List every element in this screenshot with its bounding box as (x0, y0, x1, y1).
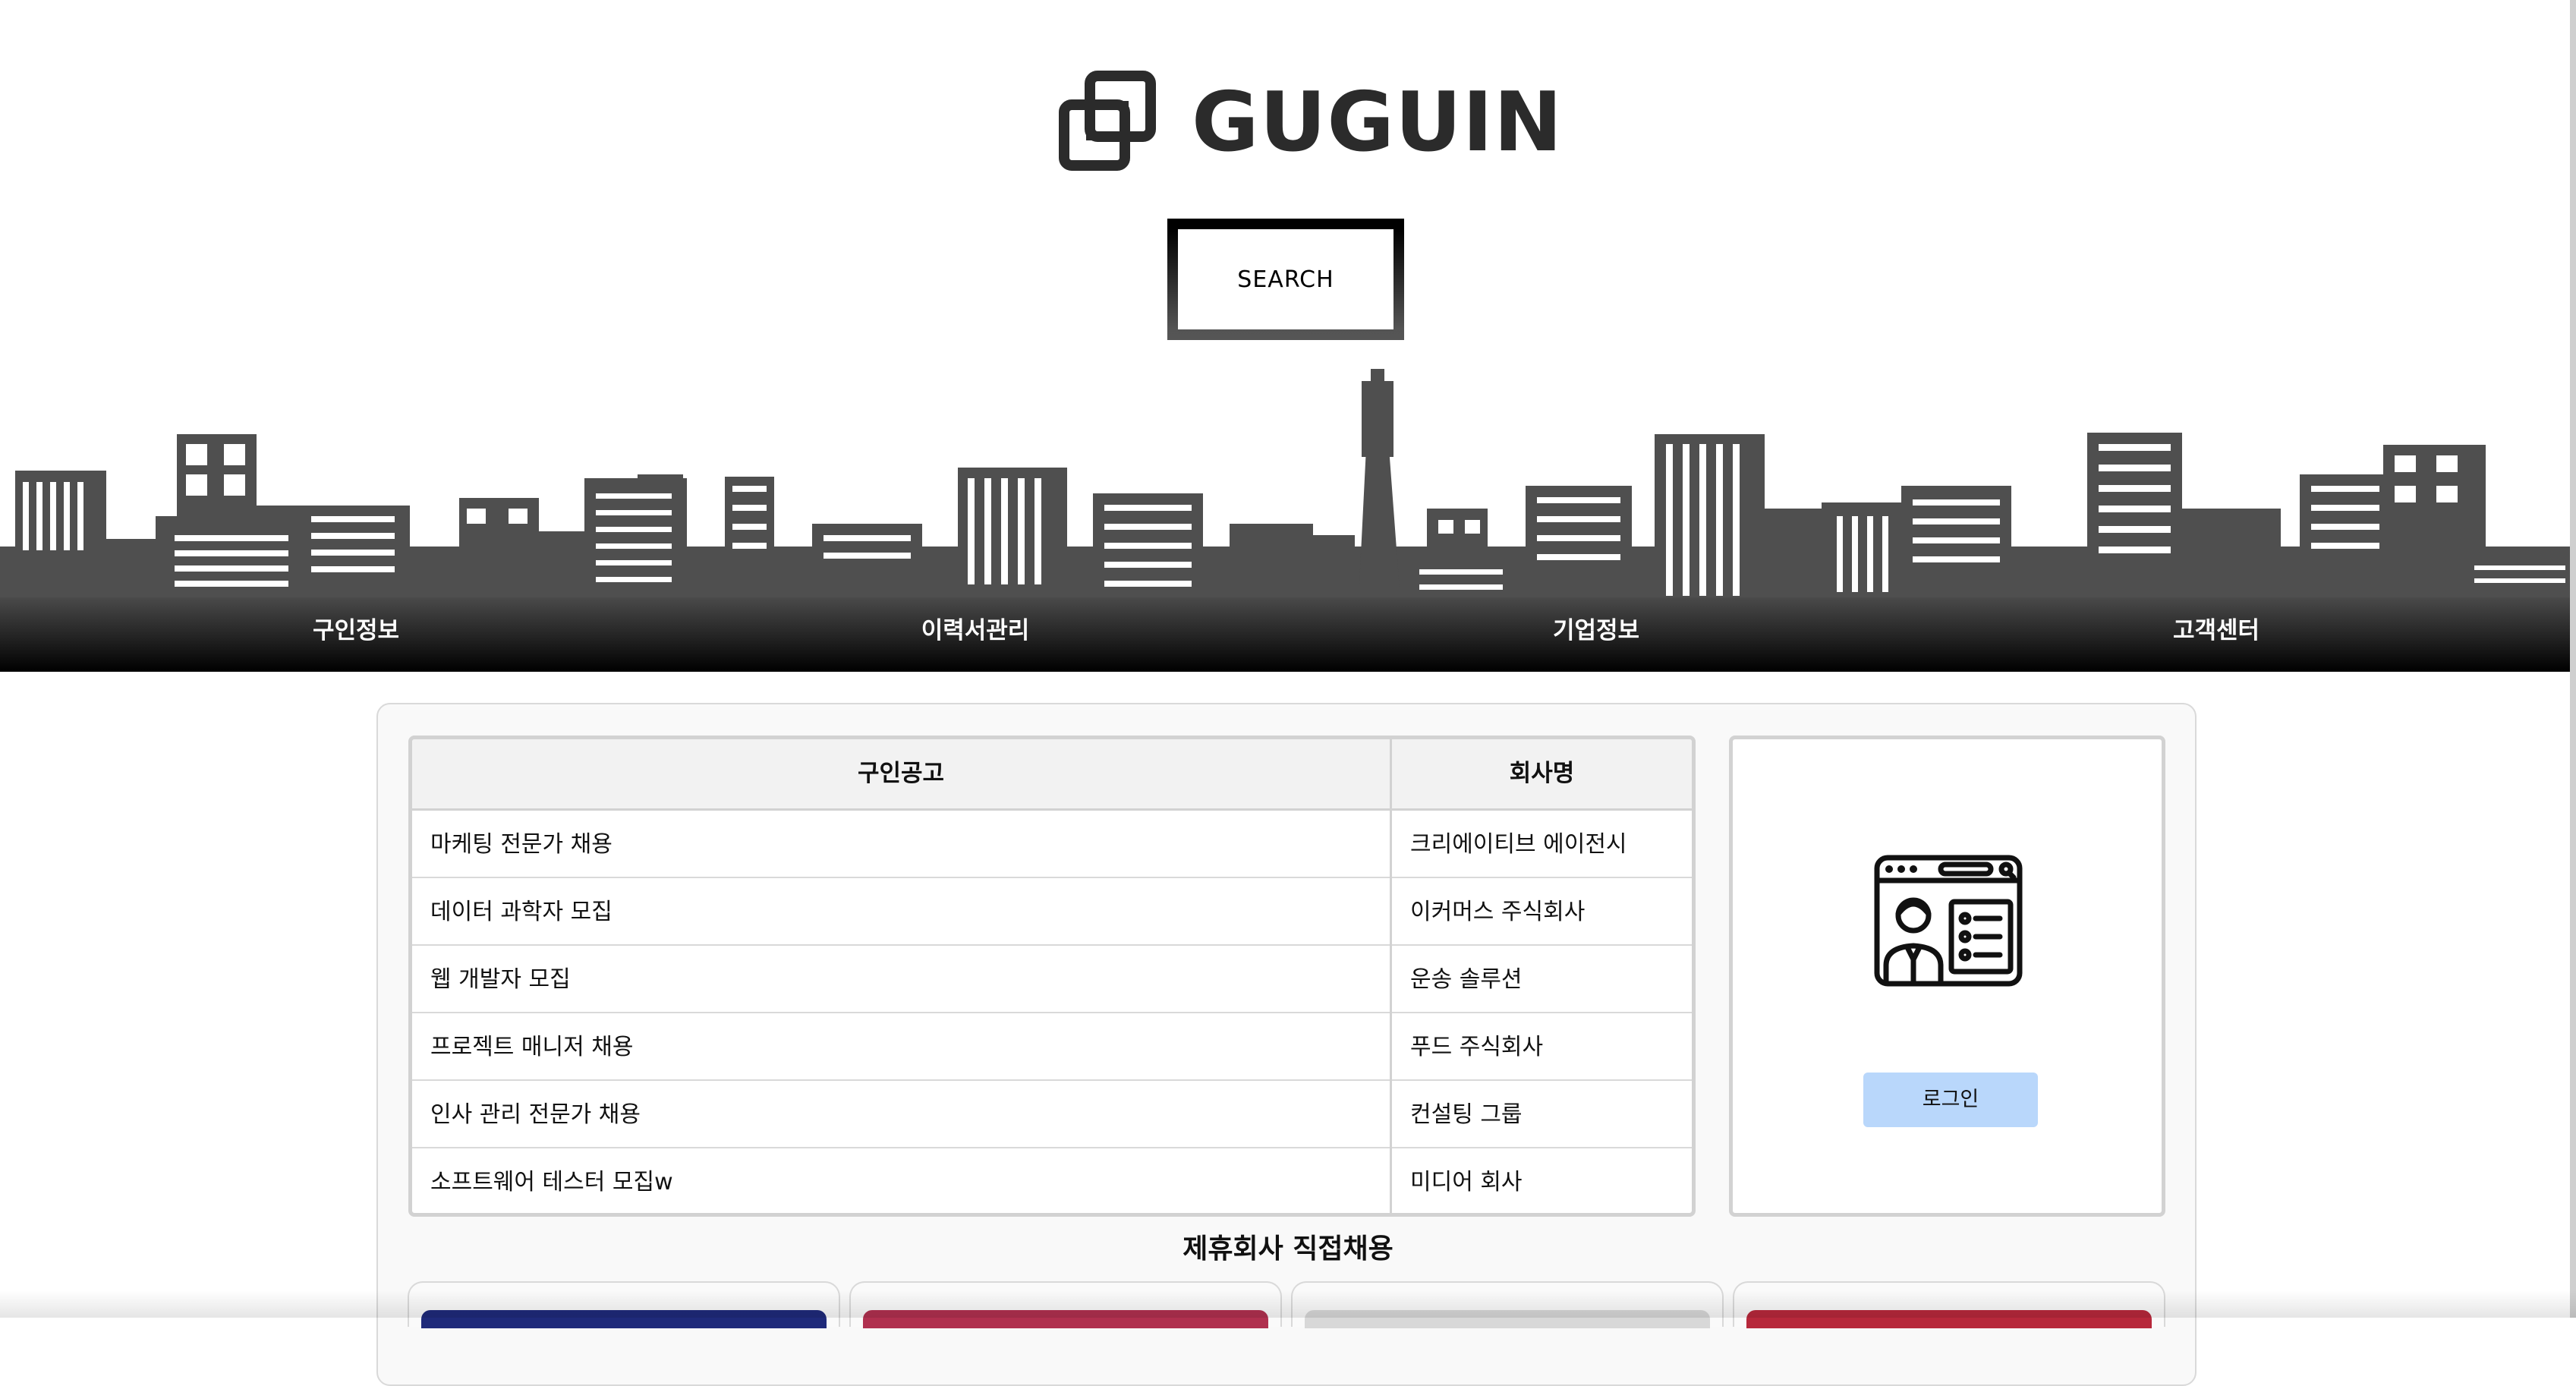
table-header: 구인공고 회사명 (412, 739, 1692, 811)
company-cell: 이커머스 주식회사 (1410, 899, 1586, 925)
nav-item-company-info[interactable]: 기업정보 (1553, 597, 1639, 664)
main-navbar: 구인정보 이력서관리 기업정보 고객센터 (0, 597, 2576, 672)
interlocked-squares-logo-icon (1059, 71, 1156, 171)
table-row[interactable]: 프로젝트 매니저 채용 푸드 주식회사 (412, 1013, 1692, 1081)
viewport-bottom-shadow (0, 1290, 2576, 1318)
job-title-cell[interactable]: 인사 관리 전문가 채용 (430, 1081, 641, 1148)
job-title-cell[interactable]: 데이터 과학자 모집 (430, 878, 613, 946)
table-row[interactable]: 인사 관리 전문가 채용 컨설팅 그룹 (412, 1081, 1692, 1148)
window-edge (2570, 0, 2576, 1318)
company-cell: 컨설팅 그룹 (1410, 1101, 1523, 1128)
company-cell: 푸드 주식회사 (1410, 1034, 1544, 1060)
table-row[interactable]: 데이터 과학자 모집 이커머스 주식회사 (412, 878, 1692, 946)
search-button[interactable]: SEARCH (1167, 219, 1404, 340)
profile-browser-icon (1874, 855, 2023, 987)
nav-item-customer-center[interactable]: 고객센터 (2173, 597, 2260, 664)
company-cell: 미디어 회사 (1410, 1169, 1523, 1195)
company-cell: 크리에이티브 에이전시 (1410, 831, 1627, 858)
table-row[interactable]: 소프트웨어 테스터 모집w 미디어 회사 (412, 1148, 1692, 1213)
job-title-cell[interactable]: 마케팅 전문가 채용 (430, 811, 613, 878)
brand-name: GUGUIN (1192, 75, 1564, 170)
login-button[interactable]: 로그인 (1863, 1073, 2038, 1127)
column-header-job-title: 구인공고 (857, 760, 945, 787)
partners-section-title: 제휴회사 직접채용 (1183, 1233, 1393, 1265)
column-divider (1390, 739, 1392, 1213)
job-title-cell[interactable]: 소프트웨어 테스터 모집w (430, 1148, 673, 1213)
table-row[interactable]: 마케팅 전문가 채용 크리에이티브 에이전시 (412, 811, 1692, 878)
table-body: 마케팅 전문가 채용 크리에이티브 에이전시 데이터 과학자 모집 이커머스 주… (412, 811, 1692, 1213)
job-listing-table: 구인공고 회사명 마케팅 전문가 채용 크리에이티브 에이전시 데이터 과학자 … (408, 736, 1696, 1217)
login-card: 로그인 (1729, 736, 2165, 1217)
column-header-company: 회사명 (1509, 760, 1575, 787)
job-title-cell[interactable]: 프로젝트 매니저 채용 (430, 1013, 633, 1081)
table-row[interactable]: 웹 개발자 모집 운송 솔루션 (412, 946, 1692, 1013)
brand-logo[interactable]: GUGUIN (1055, 70, 1562, 176)
nav-item-resume-management[interactable]: 이력서관리 (921, 597, 1030, 664)
job-title-cell[interactable]: 웹 개발자 모집 (430, 946, 571, 1013)
city-skyline-illustration (0, 369, 2576, 600)
company-cell: 운송 솔루션 (1410, 966, 1523, 993)
nav-item-job-info[interactable]: 구인정보 (313, 597, 399, 664)
